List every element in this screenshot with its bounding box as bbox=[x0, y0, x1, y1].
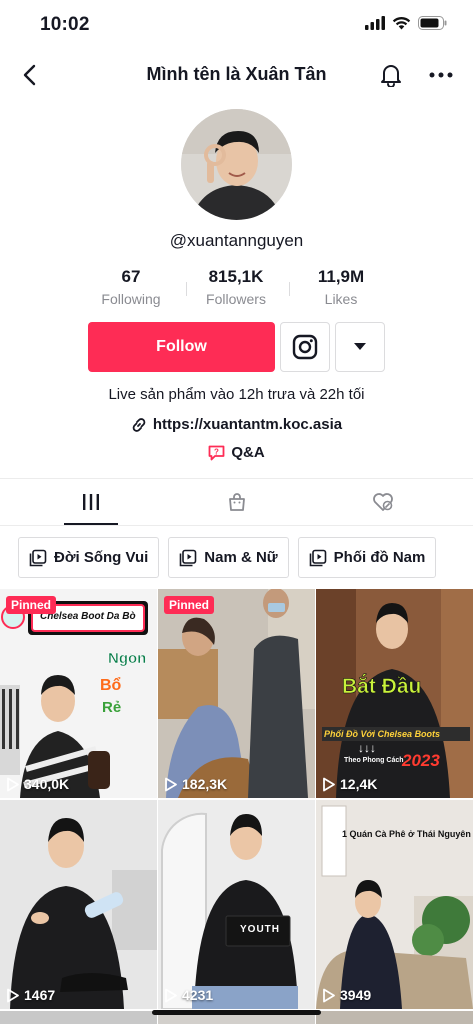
stat-followers[interactable]: 815,1K Followers bbox=[186, 266, 286, 307]
stat-likes[interactable]: 11,9M Likes bbox=[291, 266, 391, 307]
video-thumbnail[interactable]: 1467 bbox=[0, 800, 157, 1009]
playlist-label: Đời Sống Vui bbox=[54, 549, 149, 566]
video-grid: Chelsea Boot Da Bò Ngon Bổ Rẻ Pinned 340… bbox=[0, 589, 473, 1024]
more-dots-icon bbox=[429, 72, 453, 78]
shopping-bag-icon bbox=[228, 493, 245, 511]
stat-label: Likes bbox=[324, 291, 358, 307]
playlist-icon bbox=[179, 549, 197, 566]
play-icon bbox=[165, 777, 177, 791]
view-count-text: 182,3K bbox=[182, 776, 228, 792]
username: @xuantannguyen bbox=[169, 231, 304, 250]
view-count-text: 1467 bbox=[24, 987, 56, 1003]
view-count: 340,0K bbox=[6, 776, 69, 792]
stat-label: Followers bbox=[206, 291, 266, 307]
playlist-chip[interactable]: Nam & Nữ bbox=[168, 537, 289, 578]
bio-link[interactable]: https://xuantantm.koc.asia bbox=[0, 416, 473, 433]
qa-label: Q&A bbox=[231, 444, 265, 461]
battery-icon bbox=[418, 16, 447, 30]
playlist-label: Nam & Nữ bbox=[204, 549, 278, 566]
link-icon bbox=[132, 417, 146, 432]
thumbnail-image bbox=[158, 800, 315, 1009]
thumbnail-image bbox=[0, 800, 157, 1009]
home-indicator[interactable] bbox=[152, 1010, 321, 1015]
overlay-caption: Bắt Đầu bbox=[342, 675, 422, 699]
arrows-decoration: ↓↓↓ bbox=[358, 741, 376, 755]
play-icon bbox=[323, 988, 335, 1002]
view-count: 1467 bbox=[6, 987, 55, 1003]
overlay-caption: Bổ bbox=[100, 677, 122, 694]
playlist-label: Phối đồ Nam bbox=[333, 549, 426, 566]
stat-divider bbox=[289, 282, 290, 296]
wifi-icon bbox=[392, 16, 411, 30]
stat-value: 11,9M bbox=[317, 267, 365, 286]
view-count: 12,4K bbox=[322, 776, 377, 792]
active-tab-indicator bbox=[64, 523, 118, 525]
suggested-accounts-button[interactable] bbox=[335, 322, 385, 372]
overlay-caption: Ngon bbox=[108, 650, 147, 668]
stat-value: 67 bbox=[121, 267, 141, 286]
play-icon bbox=[323, 777, 335, 791]
grid-icon bbox=[82, 494, 99, 510]
notification-button[interactable] bbox=[376, 60, 406, 90]
overlay-caption: Phối Đồ Với Chelsea Boots bbox=[324, 729, 441, 739]
instagram-button[interactable] bbox=[280, 322, 330, 372]
play-icon bbox=[165, 988, 177, 1002]
instagram-icon bbox=[292, 334, 318, 360]
overlay-caption: YOUTH bbox=[240, 924, 280, 935]
tab-videos[interactable] bbox=[12, 479, 169, 525]
follow-button[interactable]: Follow bbox=[88, 322, 275, 372]
pinned-badge: Pinned bbox=[164, 596, 215, 614]
qa-bubble-icon: ? bbox=[208, 445, 225, 460]
playlist-icon bbox=[29, 549, 47, 566]
overlay-caption: Theo Phong Cách bbox=[344, 757, 404, 764]
overlay-caption: 1 Quán Cà Phê ở Thái Nguyên bbox=[342, 829, 471, 839]
view-count-text: 3949 bbox=[340, 987, 372, 1003]
profile-tabs bbox=[0, 478, 473, 526]
view-count-text: 12,4K bbox=[340, 776, 378, 792]
more-options-button[interactable] bbox=[426, 60, 456, 90]
playlist-chip[interactable]: Đời Sống Vui bbox=[18, 537, 160, 578]
bell-icon bbox=[381, 65, 401, 87]
bio-link-text: https://xuantantm.koc.asia bbox=[152, 416, 343, 433]
profile-photo bbox=[181, 109, 292, 220]
pinned-badge: Pinned bbox=[6, 596, 57, 614]
video-thumbnail[interactable]: YOUTH 4231 bbox=[158, 800, 315, 1009]
video-thumbnail[interactable]: Chelsea Boot Da Bò Ngon Bổ Rẻ Pinned 340… bbox=[0, 589, 157, 798]
overlay-caption: 2023 bbox=[402, 751, 440, 770]
status-bar: 10:02 bbox=[0, 0, 473, 50]
bio-text: Live sản phẩm vào 12h trưa và 22h tối bbox=[108, 386, 365, 403]
view-count: 4231 bbox=[164, 987, 213, 1003]
qa-button[interactable]: ? Q&A bbox=[0, 444, 473, 461]
avatar[interactable] bbox=[181, 109, 292, 220]
view-count-text: 4231 bbox=[182, 987, 214, 1003]
view-count-text: 340,0K bbox=[24, 776, 70, 792]
stat-value: 815,1K bbox=[208, 267, 264, 286]
liked-heart-icon bbox=[372, 493, 393, 511]
playlist-chip[interactable]: Phối đồ Nam bbox=[297, 537, 437, 578]
status-icons bbox=[365, 16, 447, 30]
nav-bar: Mình tên là Xuân Tân bbox=[0, 52, 473, 98]
play-icon bbox=[7, 988, 19, 1002]
video-thumbnail[interactable]: Bắt Đầu Phối Đồ Với Chelsea Boots Theo P… bbox=[316, 589, 473, 798]
caret-down-icon bbox=[354, 343, 366, 350]
thumbnail-image bbox=[158, 589, 315, 798]
view-count: 3949 bbox=[322, 987, 371, 1003]
play-icon bbox=[7, 777, 19, 791]
svg-text:?: ? bbox=[214, 447, 219, 456]
profile-stats: 67 Following 815,1K Followers 11,9M Like… bbox=[0, 266, 473, 314]
video-thumbnail[interactable] bbox=[316, 1011, 473, 1024]
video-thumbnail[interactable] bbox=[0, 1011, 157, 1024]
cellular-signal-icon bbox=[365, 16, 385, 30]
video-thumbnail[interactable]: 1 Quán Cà Phê ở Thái Nguyên 3949 bbox=[316, 800, 473, 1009]
tab-shop[interactable] bbox=[158, 479, 315, 525]
tab-liked[interactable] bbox=[304, 479, 461, 525]
status-time: 10:02 bbox=[40, 14, 90, 35]
stat-label: Following bbox=[101, 291, 161, 307]
stat-following[interactable]: 67 Following bbox=[81, 266, 181, 307]
view-count: 182,3K bbox=[164, 776, 227, 792]
overlay-caption: Rẻ bbox=[102, 699, 122, 716]
video-thumbnail[interactable]: Pinned 182,3K bbox=[158, 589, 315, 798]
playlist-icon bbox=[309, 549, 326, 566]
playlist-row: Đời Sống Vui Nam & Nữ Phối đồ Nam bbox=[18, 537, 473, 579]
